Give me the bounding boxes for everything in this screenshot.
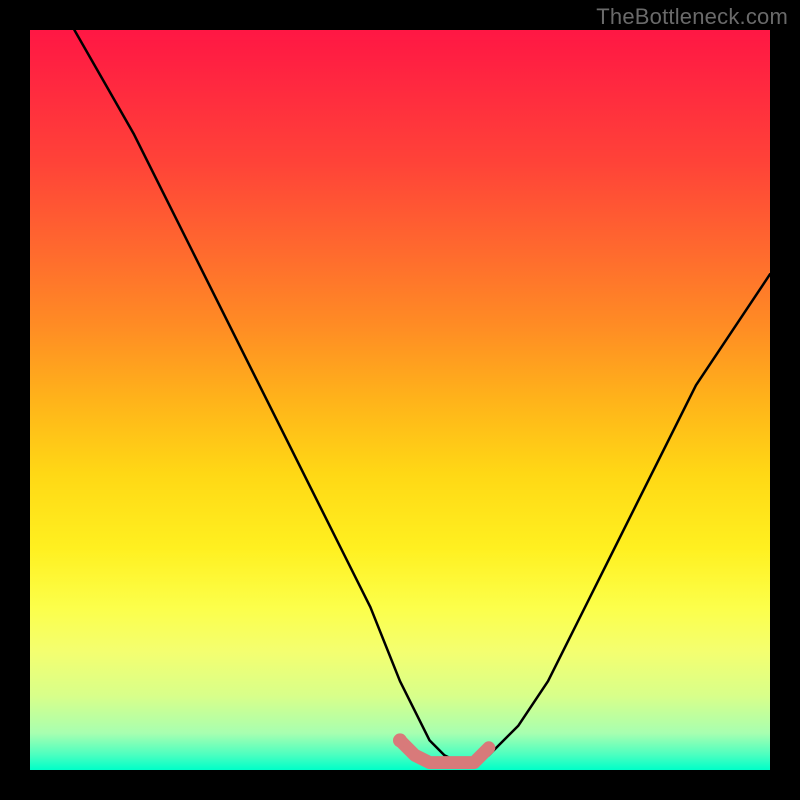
curve-layer (30, 30, 770, 770)
watermark-text: TheBottleneck.com (596, 4, 788, 30)
bottleneck-curve (74, 30, 770, 763)
optimal-range-marker (400, 740, 489, 762)
chart-frame: TheBottleneck.com (0, 0, 800, 800)
plot-area (30, 30, 770, 770)
marker-dot (393, 733, 407, 747)
